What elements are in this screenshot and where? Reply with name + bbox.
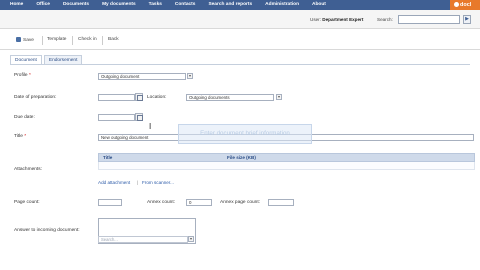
location-label: Location: xyxy=(147,95,167,100)
date-of-preparation-input[interactable] xyxy=(98,94,135,101)
brand-dot-icon xyxy=(454,2,459,8)
profile-dropdown-icon[interactable]: ▾ xyxy=(187,73,193,79)
template-button[interactable]: Template xyxy=(47,37,66,42)
back-button[interactable]: Back xyxy=(108,37,119,42)
save-icon xyxy=(16,37,21,42)
attachments-col-size: File size (KB) xyxy=(227,155,256,160)
page-count-label: Page count: xyxy=(14,200,40,205)
answer-dropdown-icon[interactable]: ▾ xyxy=(188,236,194,242)
annex-count-label: Annex count: xyxy=(147,200,176,205)
tab-document[interactable]: Document xyxy=(10,55,42,64)
page-count-input[interactable] xyxy=(98,199,122,206)
save-label: Save xyxy=(23,38,34,43)
toolbar-divider xyxy=(42,36,43,45)
top-navigation: Home Office Documents My documents Tasks… xyxy=(0,0,480,10)
title-label-text: Title xyxy=(14,134,23,139)
nav-administration[interactable]: Administration xyxy=(259,0,306,10)
text-cursor-icon: I xyxy=(149,122,152,131)
due-date-label: Due date: xyxy=(14,115,35,120)
current-user: User: Department Expert xyxy=(310,17,363,22)
toolbar: Save Template Check in Back xyxy=(0,30,480,50)
search-label: Search: xyxy=(377,17,393,22)
answer-search-input[interactable]: Search... xyxy=(98,236,188,243)
location-dropdown-icon[interactable]: ▾ xyxy=(276,94,282,100)
toolbar-divider xyxy=(102,36,103,45)
attachments-empty-row xyxy=(98,162,475,170)
user-bar: User: Department Expert Search: ▶ xyxy=(0,10,480,29)
calendar-icon[interactable] xyxy=(135,93,143,101)
check-in-button[interactable]: Check in xyxy=(78,37,97,42)
annex-count-input[interactable]: 0 xyxy=(186,199,212,206)
nav-office[interactable]: Office xyxy=(30,0,57,10)
save-button[interactable]: Save xyxy=(16,37,34,43)
brand-logo: docl xyxy=(450,0,480,10)
toolbar-divider xyxy=(72,36,73,45)
due-date-input[interactable] xyxy=(98,114,135,121)
search-go-button[interactable]: ▶ xyxy=(463,15,471,24)
nav-tasks[interactable]: Tasks xyxy=(143,0,169,10)
profile-label: Profile * xyxy=(14,73,31,78)
user-prefix: User: xyxy=(310,17,321,22)
attachments-table-header: Title File size (KB) xyxy=(98,153,475,162)
required-marker: * xyxy=(24,134,27,139)
search-input[interactable] xyxy=(398,15,460,24)
nav-search-and-reports[interactable]: Search and reports xyxy=(202,0,259,10)
answer-to-incoming-label: Answer to incoming document: xyxy=(14,228,80,233)
add-attachment-link[interactable]: Add attachment xyxy=(98,180,130,185)
nav-home[interactable]: Home xyxy=(0,0,30,10)
profile-label-text: Profile xyxy=(14,73,28,78)
nav-contacts[interactable]: Contacts xyxy=(169,0,203,10)
brand-text: docl xyxy=(460,2,472,8)
required-marker: * xyxy=(28,73,31,78)
attachments-col-title: Title xyxy=(103,155,113,160)
profile-select[interactable]: Outgoing document xyxy=(98,73,186,80)
nav-about[interactable]: About xyxy=(306,0,333,10)
date-of-preparation-label: Date of preparation: xyxy=(14,95,57,100)
nav-documents[interactable]: Documents xyxy=(57,0,96,10)
title-label: Title * xyxy=(14,134,26,139)
calendar-icon[interactable] xyxy=(135,113,143,121)
document-tabs: Document Endorsement xyxy=(10,55,84,64)
nav-my-documents[interactable]: My documents xyxy=(96,0,143,10)
location-select[interactable]: Outgoing documents xyxy=(186,94,274,101)
annex-page-count-input[interactable] xyxy=(268,199,294,206)
annex-page-count-label: Annex page count: xyxy=(220,200,261,205)
link-separator: | xyxy=(137,180,139,185)
tab-divider xyxy=(10,64,470,65)
from-scanner-link[interactable]: From scanner... xyxy=(142,180,174,185)
tab-endorsement[interactable]: Endorsement xyxy=(43,55,83,64)
attachments-label: Attachments: xyxy=(14,167,42,172)
hint-overlay: Enter document brief information xyxy=(178,124,312,144)
user-name: Department Expert xyxy=(322,17,364,22)
